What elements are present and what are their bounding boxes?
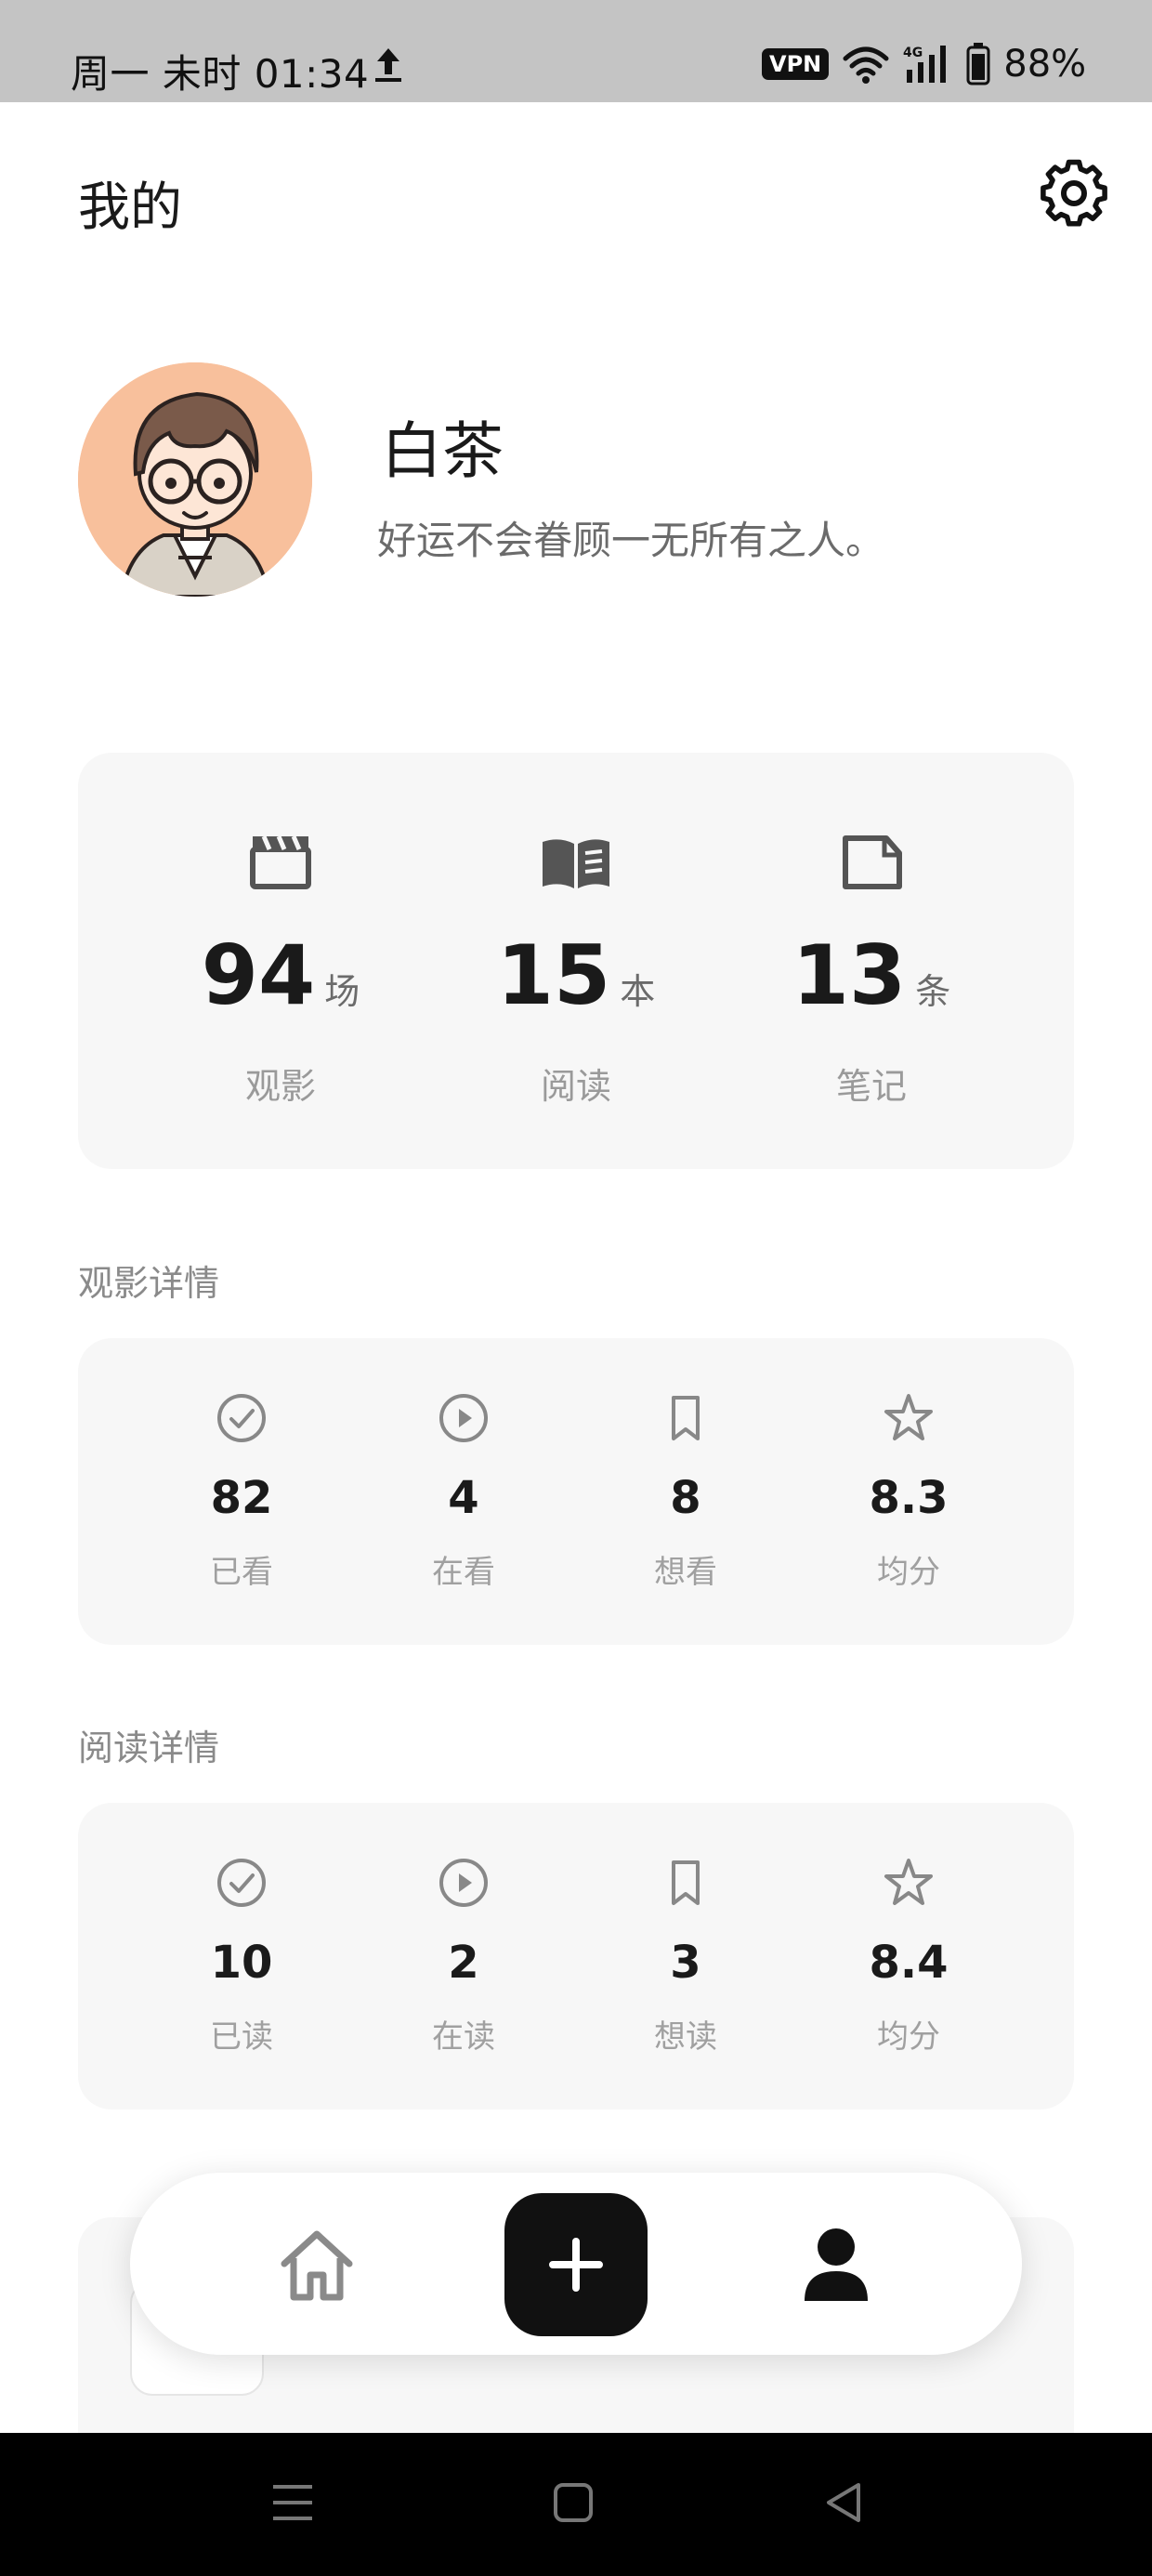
- reading-stat-want[interactable]: 3 想读: [583, 1803, 788, 2109]
- reading-stat-score[interactable]: 8.4 均分: [806, 1803, 1011, 2109]
- network-type: 4G: [903, 46, 923, 60]
- avatar-illustration: [78, 362, 312, 597]
- stat-label: 均分: [877, 1554, 940, 1591]
- stat-value: 8.3: [869, 1472, 949, 1524]
- movie-stat-score[interactable]: 8.3 均分: [806, 1338, 1011, 1645]
- section-title-reading: 阅读详情: [78, 1728, 220, 1768]
- stat-value: 4: [448, 1472, 479, 1524]
- stat-label: 想看: [654, 1554, 717, 1591]
- play-circle-icon: [439, 1859, 488, 1907]
- stat-value: 2: [448, 1937, 479, 1989]
- reading-details-card: 10 已读 2 在读 3 想读 8.4 均分: [78, 1803, 1074, 2109]
- stat-label: 已看: [210, 1554, 273, 1591]
- person-icon[interactable]: [792, 2219, 881, 2308]
- plus-icon: [549, 2238, 603, 2292]
- battery-icon: [966, 43, 990, 85]
- reading-stat-reading[interactable]: 2 在读: [361, 1803, 566, 2109]
- reading-stat-read[interactable]: 10 已读: [139, 1803, 344, 2109]
- section-title-movie: 观影详情: [78, 1263, 220, 1304]
- status-time: 周一 未时 01:34: [71, 51, 370, 97]
- stat-label: 均分: [877, 2018, 940, 2056]
- summary-unit: 场: [324, 971, 360, 1012]
- movie-stat-want[interactable]: 8 想看: [583, 1338, 788, 1645]
- bookmark-icon: [672, 1860, 700, 1905]
- summary-movies[interactable]: 94 场 观影: [132, 753, 429, 1169]
- add-button[interactable]: [504, 2193, 648, 2336]
- avatar[interactable]: [78, 362, 312, 597]
- star-icon: [884, 1394, 933, 1440]
- check-circle-icon: [217, 1859, 266, 1907]
- bookmark-icon: [672, 1396, 700, 1440]
- stat-label: 已读: [210, 2018, 273, 2056]
- system-nav-bar: [0, 2433, 1152, 2576]
- summary-value: 94: [201, 927, 316, 1023]
- battery-percent: 88%: [1003, 43, 1087, 85]
- signal-icon: 4G: [903, 46, 947, 83]
- stat-label: 在读: [432, 2018, 495, 2056]
- page-title: 我的: [78, 177, 182, 238]
- summary-unit: 本: [620, 971, 656, 1012]
- username: 白茶: [381, 415, 504, 487]
- note-icon: [843, 835, 902, 889]
- summary-label: 笔记: [835, 1066, 907, 1107]
- clapperboard-icon: [250, 835, 311, 889]
- stat-value: 10: [210, 1937, 273, 1989]
- stat-value: 3: [670, 1937, 701, 1989]
- back-icon[interactable]: [821, 2479, 868, 2526]
- summary-value: 15: [496, 927, 611, 1023]
- menu-icon[interactable]: [269, 2479, 316, 2526]
- summary-value: 13: [792, 927, 907, 1023]
- wifi-icon: [843, 46, 889, 84]
- status-indicators: VPN 4G 88%: [762, 41, 1086, 87]
- check-circle-icon: [217, 1394, 266, 1442]
- star-icon: [884, 1859, 933, 1905]
- stat-value: 8.4: [869, 1937, 949, 1989]
- movie-stat-watched[interactable]: 82 已看: [139, 1338, 344, 1645]
- summary-reading[interactable]: 15 本 阅读: [427, 753, 725, 1169]
- summary-label: 阅读: [540, 1066, 611, 1107]
- open-book-icon: [543, 839, 609, 888]
- stat-value: 8: [670, 1472, 701, 1524]
- profile-motto: 好运不会眷顾一无所有之人。: [377, 518, 885, 563]
- summary-label: 观影: [244, 1066, 316, 1107]
- summary-notes[interactable]: 13 条 笔记: [723, 753, 1020, 1169]
- summary-unit: 条: [915, 971, 951, 1012]
- gear-icon[interactable]: [1039, 158, 1109, 229]
- stat-label: 想读: [654, 2018, 717, 2056]
- stat-label: 在看: [432, 1554, 495, 1591]
- movie-stat-watching[interactable]: 4 在看: [361, 1338, 566, 1645]
- home-square-icon[interactable]: [550, 2479, 596, 2526]
- vpn-badge: VPN: [762, 48, 830, 80]
- play-circle-icon: [439, 1394, 488, 1442]
- movie-details-card: 82 已看 4 在看 8 想看 8.3 均分: [78, 1338, 1074, 1645]
- upload-icon: [375, 48, 401, 82]
- summary-card: 94 场 观影 15 本 阅读 13 条 笔记: [78, 753, 1074, 1169]
- home-icon[interactable]: [275, 2223, 359, 2307]
- stat-value: 82: [210, 1472, 273, 1524]
